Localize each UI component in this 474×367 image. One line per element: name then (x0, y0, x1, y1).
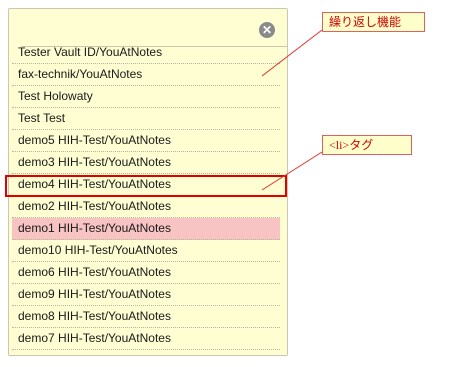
list-item[interactable]: demo8 HIH-Test/YouAtNotes (12, 306, 280, 328)
list-item[interactable]: Test Test (12, 108, 280, 130)
list-item[interactable]: Tester Vault ID/YouAtNotes (12, 42, 280, 64)
close-icon[interactable]: ✕ (259, 22, 275, 38)
list-item-highlighted[interactable]: demo1 HIH-Test/YouAtNotes (12, 218, 280, 240)
list-item[interactable]: demo10 HIH-Test/YouAtNotes (12, 240, 280, 262)
list-item[interactable]: demo6 HIH-Test/YouAtNotes (12, 262, 280, 284)
list-item[interactable]: demo5 HIH-Test/YouAtNotes (12, 130, 280, 152)
list-item[interactable]: demo2 HIH-Test/YouAtNotes (12, 196, 280, 218)
list-item[interactable]: demo9 HIH-Test/YouAtNotes (12, 284, 280, 306)
list-item[interactable]: demo3 HIH-Test/YouAtNotes (12, 152, 280, 174)
list-item[interactable]: fax-technik/YouAtNotes (12, 64, 280, 86)
li-tag-callout: <li>タグ (322, 135, 412, 155)
repeat-callout: 繰り返し機能 (322, 12, 425, 32)
li-tag-frame (5, 175, 287, 197)
list-item[interactable]: demo7 HIH-Test/YouAtNotes (12, 328, 280, 350)
list-item[interactable]: Test Holowaty (12, 86, 280, 108)
